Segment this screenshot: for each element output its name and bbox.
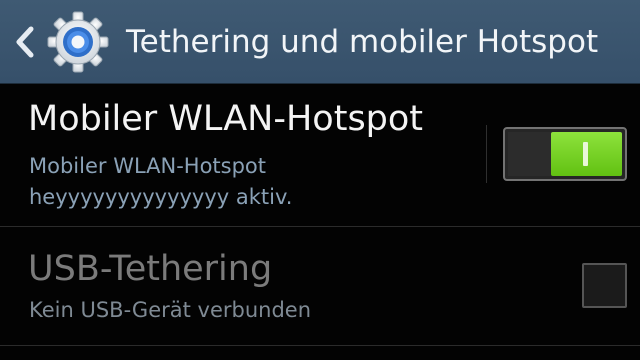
wlan-hotspot-summary-line-2: heyyyyyyyyyyyyyy aktiv. — [29, 185, 293, 209]
row-divider — [0, 345, 640, 346]
wlan-hotspot-toggle[interactable] — [503, 127, 627, 181]
action-bar: Tethering und mobiler Hotspot — [0, 0, 640, 84]
usb-tethering-title: USB-Tethering — [28, 249, 273, 289]
setting-row-usb-tethering: USB-Tethering Kein USB-Gerät verbunden — [0, 227, 640, 345]
toggle-grip-icon — [583, 142, 588, 166]
usb-tethering-summary: Kein USB-Gerät verbunden — [29, 298, 312, 322]
wlan-hotspot-summary-line-1: Mobiler WLAN-Hotspot — [29, 154, 267, 178]
toggle-off-track — [508, 132, 552, 176]
up-navigation-button[interactable] — [0, 0, 140, 84]
page-title: Tethering und mobiler Hotspot — [126, 24, 599, 60]
gear-icon — [47, 11, 109, 73]
settings-screen: Tethering und mobiler Hotspot Mobiler WL… — [0, 0, 640, 360]
chevron-left-icon — [16, 26, 34, 58]
wlan-hotspot-title: Mobiler WLAN-Hotspot — [28, 99, 424, 139]
usb-tethering-checkbox — [582, 263, 627, 308]
toggle-thumb — [551, 132, 622, 176]
setting-row-wlan-hotspot[interactable]: Mobiler WLAN-Hotspot Mobiler WLAN-Hotspo… — [0, 84, 640, 226]
row-vertical-divider — [486, 125, 487, 183]
